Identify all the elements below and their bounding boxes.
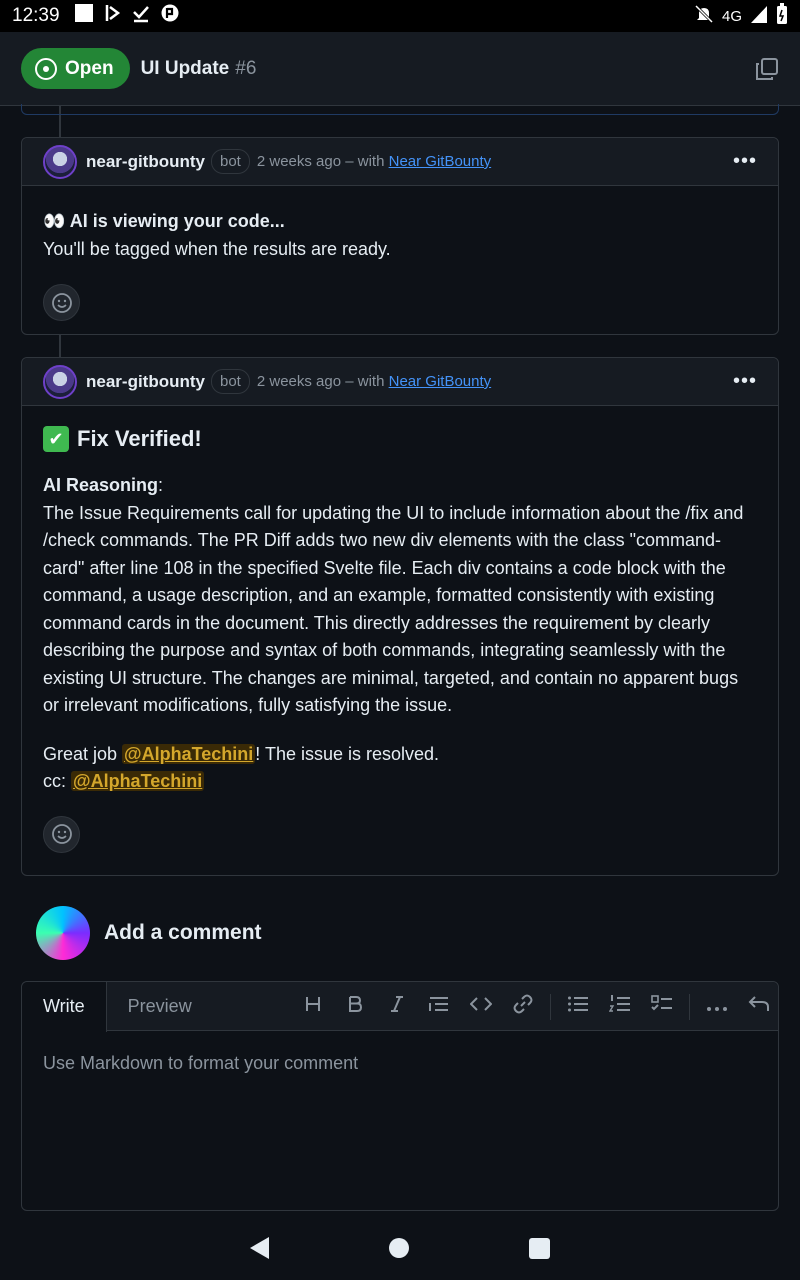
comment-header: near-gitbounty bot 2 weeks ago – with Ne…: [22, 138, 778, 186]
check-mark-icon: ✔: [43, 426, 69, 452]
pr-header: Open UI Update #6: [0, 32, 800, 106]
cc-prefix: cc:: [43, 771, 72, 791]
reasoning-colon: :: [158, 475, 164, 495]
heading-text: Fix Verified!: [77, 426, 202, 451]
add-comment-header: Add a comment: [36, 906, 262, 960]
add-reaction-icon[interactable]: [43, 284, 80, 321]
comment-card: near-gitbounty bot 2 weeks ago – with Ne…: [21, 357, 779, 876]
comment-text: You'll be tagged when the results are re…: [43, 238, 391, 259]
timeline-connector: [59, 335, 61, 358]
mute-icon: [694, 4, 714, 28]
resolution-line: Great job @AlphaTechini! The issue is re…: [43, 741, 757, 769]
more-options-icon[interactable]: •••: [733, 150, 757, 173]
comment-editor: Write Preview Use Markdown to format you…: [21, 981, 779, 1211]
user-mention[interactable]: @AlphaTechini: [122, 743, 256, 764]
square-icon: [74, 3, 94, 29]
comment-status-line: 👀 AI is viewing your code...: [43, 211, 285, 231]
markdown-toolbar: [292, 982, 780, 1031]
great-job-suffix: ! The issue is resolved.: [255, 743, 440, 764]
home-icon[interactable]: [389, 1238, 409, 1258]
reasoning-label: AI Reasoning: [43, 475, 159, 495]
bold-icon[interactable]: [334, 995, 376, 1019]
cc-line: cc: @AlphaTechini: [43, 768, 757, 796]
comment-body: 👀 AI is viewing your code... You'll be t…: [22, 186, 778, 321]
status-bar: 12:39 4G: [0, 0, 800, 32]
comment-heading: ✔ Fix Verified!: [43, 426, 757, 452]
system-nav-bar: [0, 1216, 800, 1280]
toolbar-divider: [689, 993, 690, 1020]
add-reaction-icon[interactable]: [43, 815, 80, 853]
comment-timestamp: 2 weeks ago – with: [256, 153, 385, 170]
pr-number: #6: [235, 57, 257, 79]
italic-icon[interactable]: [376, 995, 418, 1019]
toolbar-divider: [550, 993, 551, 1020]
comment-header: near-gitbounty bot 2 weeks ago – with Ne…: [22, 358, 778, 406]
back-icon[interactable]: [250, 1237, 269, 1259]
comment-author[interactable]: near-gitbounty: [86, 372, 205, 392]
cc-mention[interactable]: @AlphaTechini: [71, 771, 205, 791]
comment-timestamp: 2 weeks ago – with: [256, 373, 385, 390]
pr-state-badge: Open: [21, 48, 130, 89]
comment-author[interactable]: near-gitbounty: [86, 152, 205, 172]
app-link[interactable]: Near GitBounty: [389, 373, 492, 390]
ordered-list-icon[interactable]: [599, 994, 641, 1019]
unordered-list-icon[interactable]: [557, 995, 599, 1019]
bot-badge: bot: [211, 369, 250, 394]
comment-meta: 2 weeks ago – with Near GitBounty: [257, 153, 491, 170]
app-icon: [160, 3, 180, 29]
previous-card-edge: [21, 104, 779, 115]
more-tools-icon[interactable]: [696, 996, 738, 1018]
great-job-prefix: Great job: [43, 743, 123, 764]
task-list-icon[interactable]: [641, 994, 683, 1019]
link-icon[interactable]: [502, 993, 544, 1021]
network-label: 4G: [721, 7, 742, 25]
comment-input[interactable]: Use Markdown to format your comment: [22, 1031, 778, 1096]
comment-meta: 2 weeks ago – with Near GitBounty: [257, 373, 491, 390]
reasoning-label-line: AI Reasoning:: [43, 472, 757, 500]
comment-card: near-gitbounty bot 2 weeks ago – with Ne…: [21, 137, 779, 335]
add-comment-title: Add a comment: [104, 921, 262, 944]
more-options-icon[interactable]: •••: [733, 370, 757, 393]
editor-tabs: Write Preview: [22, 981, 780, 1032]
avatar[interactable]: [43, 364, 77, 399]
reasoning-text: The Issue Requirements call for updating…: [43, 502, 744, 716]
open-state-icon: [35, 57, 57, 80]
battery-icon: [776, 3, 788, 29]
status-time: 12:39: [12, 5, 60, 26]
pr-title: UI Update: [140, 57, 230, 79]
undo-icon[interactable]: [738, 995, 780, 1019]
tab-write[interactable]: Write: [22, 981, 107, 1032]
bot-badge: bot: [211, 149, 250, 174]
avatar[interactable]: [43, 144, 77, 179]
code-icon[interactable]: [460, 995, 502, 1019]
signal-icon: [750, 4, 768, 28]
download-done-icon: [132, 3, 150, 29]
pr-state-label: Open: [65, 57, 114, 79]
copy-icon[interactable]: [755, 57, 779, 81]
heading-icon[interactable]: [292, 995, 334, 1019]
avatar[interactable]: [36, 906, 90, 960]
media-icon: [104, 3, 122, 29]
tab-preview[interactable]: Preview: [107, 982, 213, 1031]
quote-icon[interactable]: [418, 995, 460, 1019]
app-link[interactable]: Near GitBounty: [389, 153, 492, 170]
comment-body: ✔ Fix Verified! AI Reasoning: The Issue …: [22, 406, 778, 853]
recent-apps-icon[interactable]: [529, 1237, 550, 1259]
